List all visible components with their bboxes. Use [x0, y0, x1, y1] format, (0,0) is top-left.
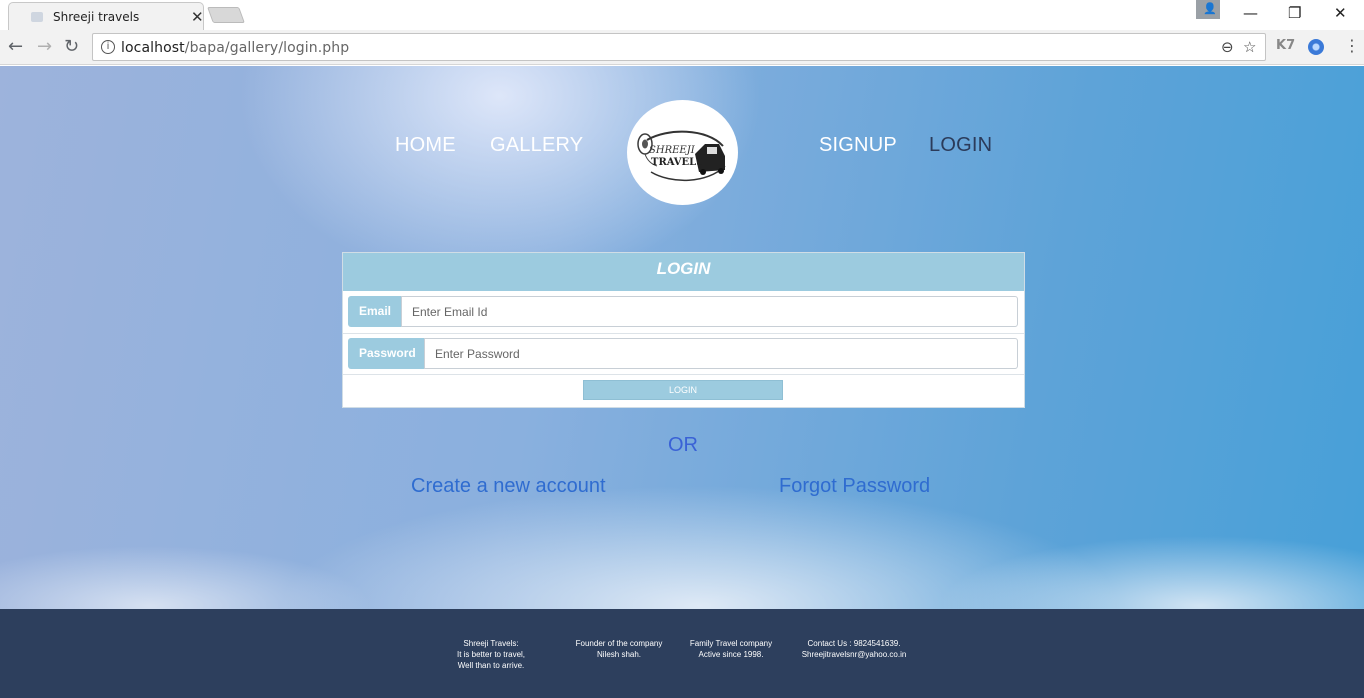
logo-text-line1: SHREEJI — [649, 145, 696, 156]
footer-col-founder: Founder of the company Nilesh shah. — [572, 638, 666, 660]
forward-arrow-icon[interactable]: → — [37, 36, 52, 57]
footer-text[interactable]: Shreejitravelsnr@yahoo.co.in — [800, 649, 908, 660]
restore-icon[interactable]: ❐ — [1288, 4, 1301, 22]
url-path: /bapa/gallery/login.php — [184, 40, 350, 56]
footer-text: Nilesh shah. — [596, 650, 642, 659]
forgot-password-link[interactable]: Forgot Password — [779, 475, 930, 498]
login-panel: LOGIN Email Password LOGIN — [342, 252, 1025, 408]
footer-col-contact: Contact Us : 9824541639. Shreejitravelsn… — [800, 638, 908, 660]
page-favicon-icon — [31, 12, 43, 22]
footer-text: It is better to travel, — [456, 650, 526, 659]
footer-col-about: Shreeji Travels: It is better to travel,… — [448, 638, 534, 671]
browser-titlebar: Shreeji travels ✕ 👤 — ❐ ✕ — [0, 0, 1364, 30]
or-separator: OR — [668, 434, 698, 456]
form-divider — [343, 333, 1024, 334]
login-panel-header: LOGIN — [343, 253, 1024, 291]
page-body: HOME GALLERY SHREEJI TRAVELS SIGNUP LOGI… — [0, 66, 1364, 609]
tab-title: Shreeji travels — [53, 10, 140, 24]
profile-button[interactable]: 👤 — [1196, 0, 1220, 19]
site-info-icon[interactable]: i — [101, 40, 115, 54]
nav-home-link[interactable]: HOME — [395, 134, 456, 157]
browser-tab[interactable]: Shreeji travels ✕ — [8, 2, 204, 30]
nav-gallery-link[interactable]: GALLERY — [490, 134, 583, 157]
footer-text: Active since 1998. — [698, 650, 764, 659]
k7-extension-icon[interactable]: K7 — [1276, 38, 1295, 53]
footer-text: Shreeji Travels: — [463, 639, 519, 648]
form-divider — [343, 374, 1024, 375]
new-tab-button[interactable] — [207, 7, 245, 23]
create-account-link[interactable]: Create a new account — [411, 475, 606, 498]
site-logo[interactable]: SHREEJI TRAVELS — [627, 100, 738, 205]
footer-text: Contact Us : 9824541639. — [807, 639, 901, 648]
zoom-icon[interactable]: ⊖ — [1221, 38, 1234, 56]
email-input[interactable] — [401, 296, 1018, 327]
extension-globe-icon[interactable] — [1308, 39, 1324, 55]
site-footer: Shreeji Travels: It is better to travel,… — [0, 609, 1364, 698]
minimize-icon[interactable]: — — [1243, 4, 1258, 22]
back-arrow-icon[interactable]: ← — [8, 36, 23, 57]
email-label: Email — [348, 296, 401, 327]
url-host: localhost — [121, 40, 185, 56]
browser-menu-icon[interactable]: ⋮ — [1344, 36, 1360, 55]
password-label: Password — [348, 338, 424, 369]
window-close-icon[interactable]: ✕ — [1334, 4, 1347, 22]
tab-close-icon[interactable]: ✕ — [191, 8, 204, 26]
logo-graphic: SHREEJI TRAVELS — [637, 130, 726, 182]
address-bar[interactable]: i localhost/bapa/gallery/login.php ⊖ ☆ — [92, 33, 1266, 61]
bookmark-star-icon[interactable]: ☆ — [1243, 38, 1256, 56]
footer-text: Well than to arrive. — [457, 661, 525, 670]
reload-icon[interactable]: ↻ — [64, 36, 79, 57]
footer-col-company: Family Travel company Active since 1998. — [684, 638, 778, 660]
profile-icon: 👤 — [1203, 3, 1217, 15]
browser-toolbar: ← → ↻ i localhost/bapa/gallery/login.php… — [0, 30, 1364, 65]
password-input-group: Password — [348, 338, 1020, 369]
login-panel-title: LOGIN — [656, 259, 711, 278]
footer-text: Founder of the company — [575, 639, 663, 648]
nav-signup-link[interactable]: SIGNUP — [819, 134, 897, 157]
login-submit-button[interactable]: LOGIN — [583, 380, 783, 400]
nav-login-link[interactable]: LOGIN — [929, 134, 992, 157]
logo-text-line2: TRAVELS — [651, 157, 703, 168]
password-input[interactable] — [424, 338, 1018, 369]
footer-text: Family Travel company — [689, 639, 773, 648]
url-text[interactable]: localhost/bapa/gallery/login.php — [121, 40, 349, 56]
email-input-group: Email — [348, 296, 1020, 327]
